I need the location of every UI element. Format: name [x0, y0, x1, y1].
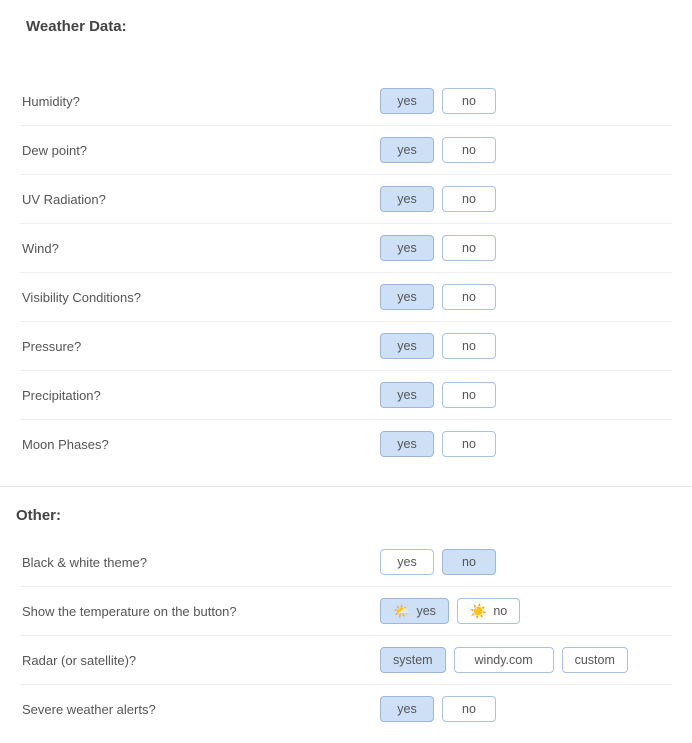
pressure-yes-button[interactable]: yes — [380, 333, 434, 359]
moon-yes-button[interactable]: yes — [380, 431, 434, 457]
bw-yes-button[interactable]: yes — [380, 549, 434, 575]
precipitation-no-button[interactable]: no — [442, 382, 496, 408]
temp-no-label: no — [493, 604, 507, 618]
label-wind: Wind? — [20, 241, 380, 256]
label-alerts: Severe weather alerts? — [20, 702, 380, 717]
label-uv: UV Radiation? — [20, 192, 380, 207]
row-dewpoint: Dew point? yes no — [20, 126, 672, 175]
uv-no-button[interactable]: no — [442, 186, 496, 212]
moon-no-button[interactable]: no — [442, 431, 496, 457]
bw-no-button[interactable]: no — [442, 549, 496, 575]
section-divider — [0, 486, 692, 487]
label-humidity: Humidity? — [20, 94, 380, 109]
other-heading: Other: — [16, 507, 672, 524]
uv-yes-button[interactable]: yes — [380, 186, 434, 212]
alerts-no-button[interactable]: no — [442, 696, 496, 722]
sun-icon: ☀️ — [470, 604, 487, 618]
visibility-no-button[interactable]: no — [442, 284, 496, 310]
row-moon: Moon Phases? yes no — [20, 420, 672, 468]
row-uv: UV Radiation? yes no — [20, 175, 672, 224]
radar-custom-button[interactable]: custom — [562, 647, 628, 673]
temp-yes-label: yes — [416, 604, 435, 618]
radar-system-button[interactable]: system — [380, 647, 446, 673]
humidity-no-button[interactable]: no — [442, 88, 496, 114]
row-visibility: Visibility Conditions? yes no — [20, 273, 672, 322]
temp-no-button[interactable]: ☀️ no — [457, 598, 520, 624]
row-alerts: Severe weather alerts? yes no — [20, 685, 672, 733]
pressure-no-button[interactable]: no — [442, 333, 496, 359]
humidity-yes-button[interactable]: yes — [380, 88, 434, 114]
label-temp-on-button: Show the temperature on the button? — [20, 604, 380, 619]
temp-yes-button[interactable]: 🌤️ yes — [380, 598, 449, 624]
precipitation-yes-button[interactable]: yes — [380, 382, 434, 408]
label-bw-theme: Black & white theme? — [20, 555, 380, 570]
visibility-yes-button[interactable]: yes — [380, 284, 434, 310]
row-radar: Radar (or satellite)? system windy.com c… — [20, 636, 672, 685]
alerts-yes-button[interactable]: yes — [380, 696, 434, 722]
row-precipitation: Precipitation? yes no — [20, 371, 672, 420]
wind-yes-button[interactable]: yes — [380, 235, 434, 261]
row-pressure: Pressure? yes no — [20, 322, 672, 371]
row-wind: Wind? yes no — [20, 224, 672, 273]
label-visibility: Visibility Conditions? — [20, 290, 380, 305]
dewpoint-no-button[interactable]: no — [442, 137, 496, 163]
label-dewpoint: Dew point? — [20, 143, 380, 158]
row-bw-theme: Black & white theme? yes no — [20, 538, 672, 587]
label-radar: Radar (or satellite)? — [20, 653, 380, 668]
wind-no-button[interactable]: no — [442, 235, 496, 261]
row-temp-on-button: Show the temperature on the button? 🌤️ y… — [20, 587, 672, 636]
weather-data-heading: Weather Data: — [26, 18, 672, 35]
label-moon: Moon Phases? — [20, 437, 380, 452]
label-pressure: Pressure? — [20, 339, 380, 354]
dewpoint-yes-button[interactable]: yes — [380, 137, 434, 163]
label-precipitation: Precipitation? — [20, 388, 380, 403]
sun-temp-icon: 🌤️ — [393, 604, 410, 618]
row-humidity: Humidity? yes no — [20, 77, 672, 126]
radar-windy-button[interactable]: windy.com — [454, 647, 554, 673]
